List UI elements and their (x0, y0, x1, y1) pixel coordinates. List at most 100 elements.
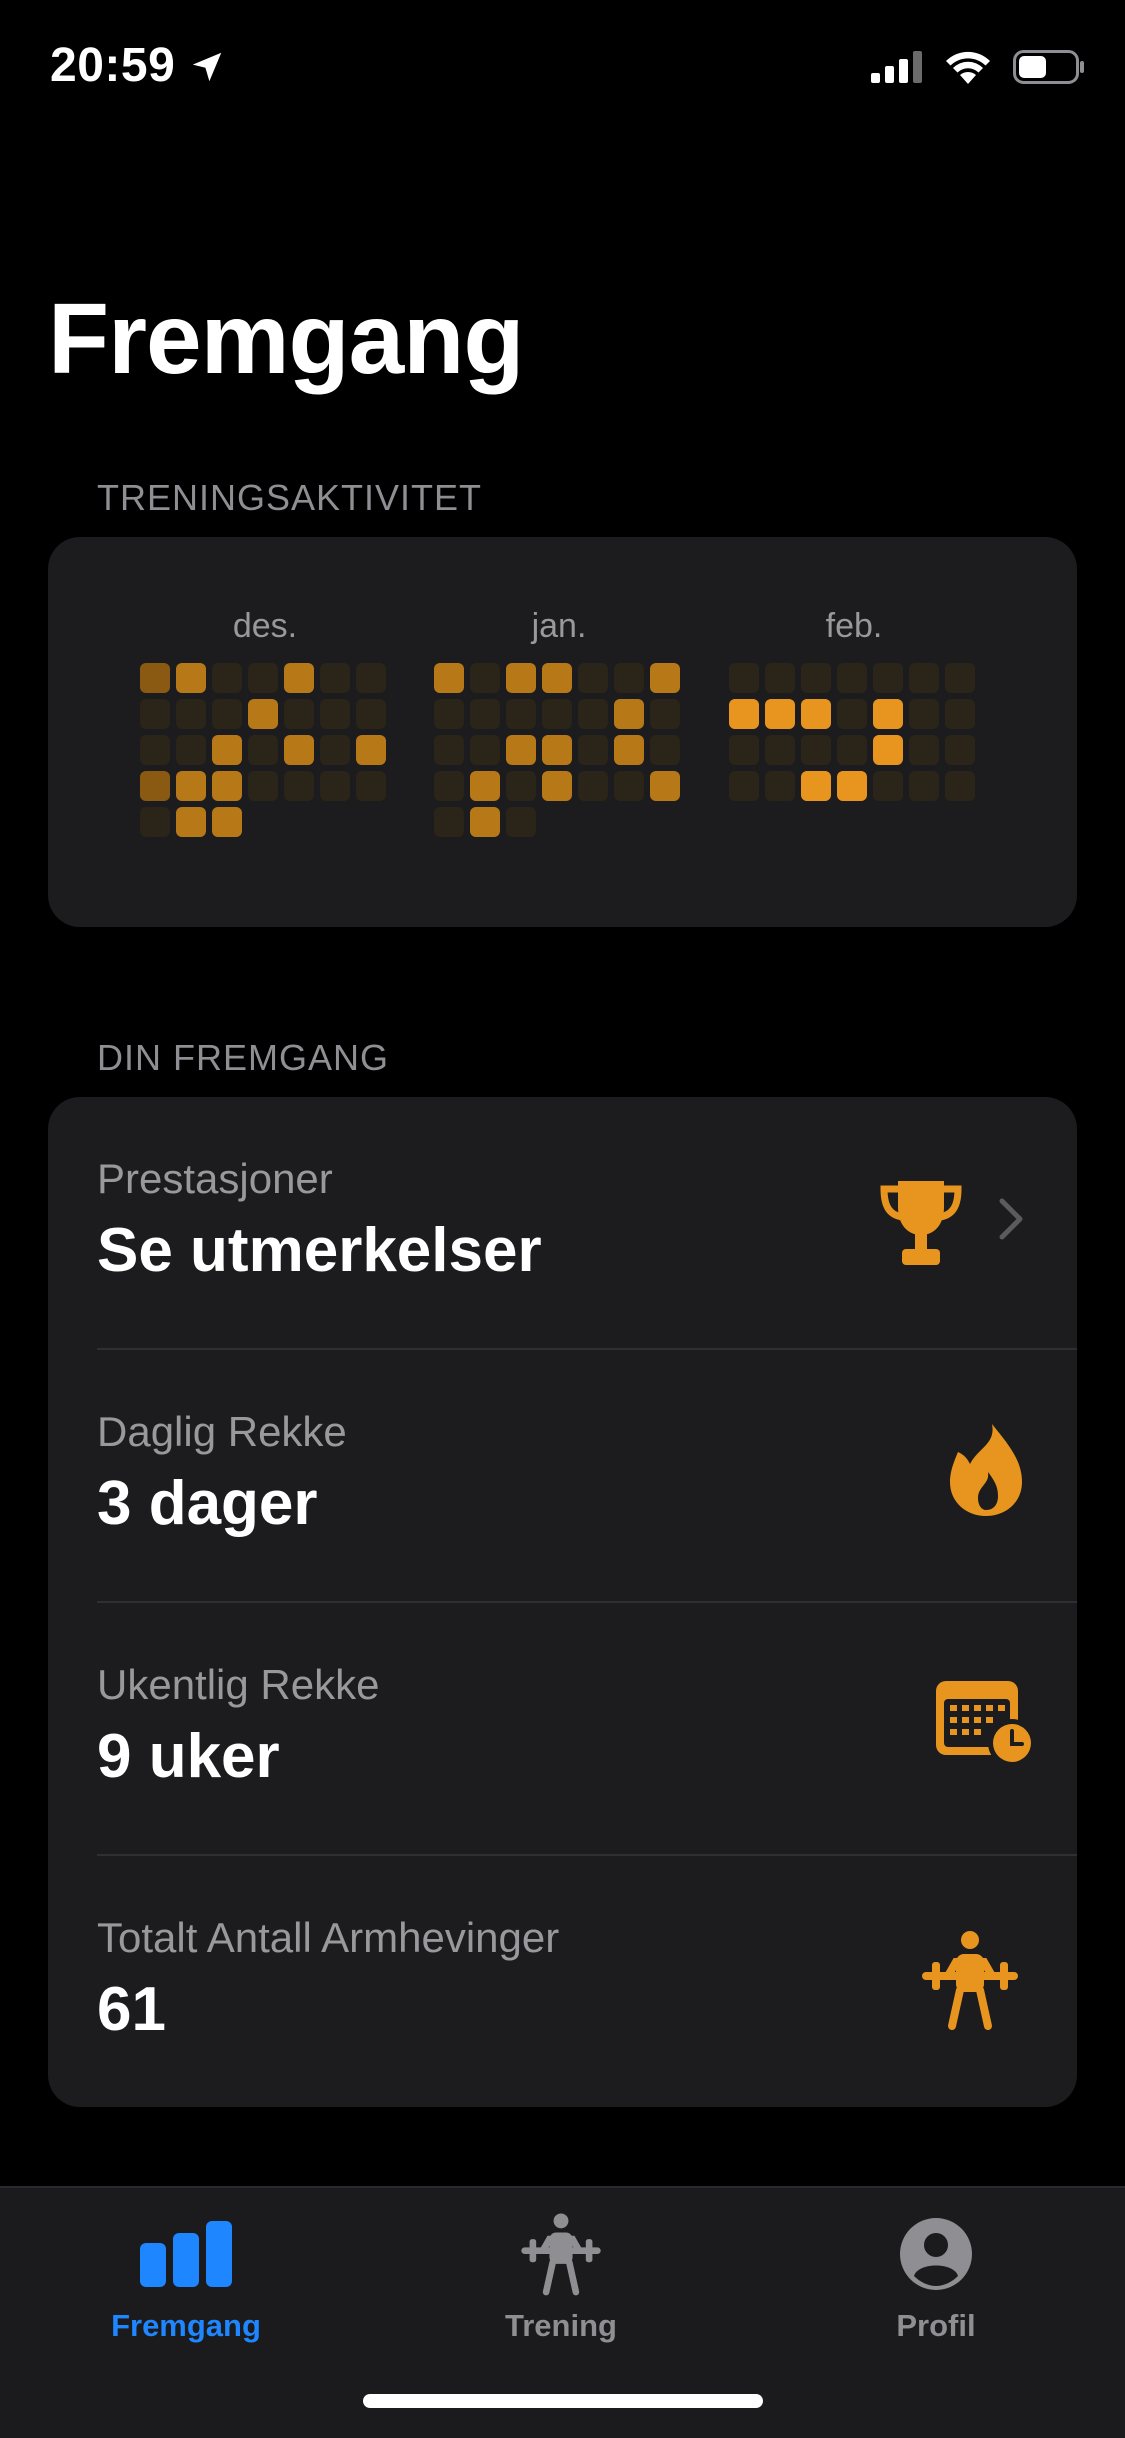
activity-day-cell (506, 735, 536, 765)
activity-day-cell (729, 735, 759, 765)
activity-day-cell (248, 663, 278, 693)
activity-day-cell (176, 807, 206, 837)
tab-fremgang[interactable]: Fremgang (36, 2208, 336, 2344)
activity-day-cell (140, 735, 170, 765)
activity-day-cell (356, 771, 386, 801)
tab-profil[interactable]: Profil (786, 2208, 1086, 2344)
activity-day-cell (765, 663, 795, 693)
cellular-signal-icon (871, 51, 922, 83)
activity-day-cell (470, 699, 500, 729)
activity-section-label: TRENINGSAKTIVITET (97, 477, 483, 518)
home-indicator[interactable] (363, 2394, 763, 2408)
activity-day-cell (578, 663, 608, 693)
activity-day-cell (801, 663, 831, 693)
activity-card: des. jan. feb. (48, 537, 1077, 927)
achievements-value: Se utmerkelser (97, 1216, 542, 1285)
activity-day-cell (140, 807, 170, 837)
activity-day-cell (945, 735, 975, 765)
activity-day-cell (945, 699, 975, 729)
flame-icon (950, 1424, 1022, 1516)
activity-heatmap: des. jan. feb. (48, 537, 1077, 927)
activity-day-cell (284, 663, 314, 693)
status-indicators (871, 50, 1085, 84)
tab-fremgang-label: Fremgang (111, 2308, 261, 2343)
activity-day-cell (729, 771, 759, 801)
activity-day-cell (945, 663, 975, 693)
activity-day-cell (470, 807, 500, 837)
activity-day-cell (542, 663, 572, 693)
activity-day-cell (837, 771, 867, 801)
activity-day-cell (248, 699, 278, 729)
total-pushups-row: Totalt Antall Armhevinger 61 (48, 1856, 1077, 2108)
activity-grid (434, 663, 684, 837)
progress-section-label: DIN FREMGANG (97, 1037, 390, 1078)
activity-day-cell (506, 663, 536, 693)
activity-day-cell (614, 735, 644, 765)
activity-day-cell (176, 735, 206, 765)
weightlifter-icon (521, 2213, 601, 2296)
activity-day-cell (873, 699, 903, 729)
status-bar: 20:59 (0, 0, 1125, 140)
activity-day-cell (320, 771, 350, 801)
activity-day-cell (434, 807, 464, 837)
location-arrow-icon (192, 52, 222, 82)
activity-day-cell (542, 699, 572, 729)
battery-icon (1013, 50, 1084, 84)
activity-day-cell (212, 699, 242, 729)
activity-day-cell (765, 771, 795, 801)
activity-day-cell (212, 735, 242, 765)
chevron-right-icon (999, 1198, 1023, 1240)
activity-day-cell (356, 663, 386, 693)
activity-day-cell (506, 807, 536, 837)
weekly-streak-value: 9 uker (97, 1722, 280, 1791)
activity-day-cell (765, 735, 795, 765)
activity-day-cell (614, 699, 644, 729)
tab-trening-label: Trening (505, 2308, 617, 2343)
activity-day-cell (356, 699, 386, 729)
activity-day-cell (284, 735, 314, 765)
activity-day-cell (434, 771, 464, 801)
activity-day-cell (542, 771, 572, 801)
activity-day-cell (434, 663, 464, 693)
activity-day-cell (765, 699, 795, 729)
achievements-row[interactable]: Prestasjoner Se utmerkelser (48, 1097, 1077, 1350)
daily-streak-value: 3 dager (97, 1469, 318, 1538)
activity-day-cell (578, 735, 608, 765)
activity-day-cell (140, 771, 170, 801)
total-pushups-value: 61 (97, 1975, 166, 2044)
activity-day-cell (837, 699, 867, 729)
total-pushups-label: Totalt Antall Armhevinger (97, 1914, 560, 1961)
person-circle-icon (900, 2218, 972, 2290)
activity-day-cell (248, 735, 278, 765)
activity-day-cell (614, 663, 644, 693)
activity-day-cell (320, 663, 350, 693)
activity-day-cell (873, 663, 903, 693)
activity-day-cell (650, 771, 680, 801)
activity-day-cell (140, 699, 170, 729)
activity-day-cell (284, 699, 314, 729)
activity-day-cell (320, 735, 350, 765)
month-name: jan. (531, 607, 587, 645)
bar-chart-icon (140, 2221, 232, 2287)
weightlifter-icon (922, 1931, 1018, 2030)
month-name: feb. (825, 607, 883, 645)
activity-day-cell (176, 699, 206, 729)
achievements-label: Prestasjoner (97, 1155, 333, 1202)
activity-day-cell (650, 663, 680, 693)
activity-day-cell (212, 807, 242, 837)
trophy-icon (880, 1181, 962, 1265)
activity-day-cell (284, 771, 314, 801)
tab-trening[interactable]: Trening (411, 2208, 711, 2344)
activity-day-cell (729, 663, 759, 693)
activity-day-cell (470, 771, 500, 801)
activity-day-cell (801, 699, 831, 729)
activity-day-cell (801, 735, 831, 765)
activity-day-cell (873, 771, 903, 801)
activity-day-cell (801, 771, 831, 801)
tab-profil-label: Profil (896, 2308, 976, 2343)
activity-day-cell (729, 699, 759, 729)
activity-day-cell (909, 699, 939, 729)
activity-day-cell (470, 663, 500, 693)
activity-grid (729, 663, 979, 801)
activity-day-cell (909, 735, 939, 765)
